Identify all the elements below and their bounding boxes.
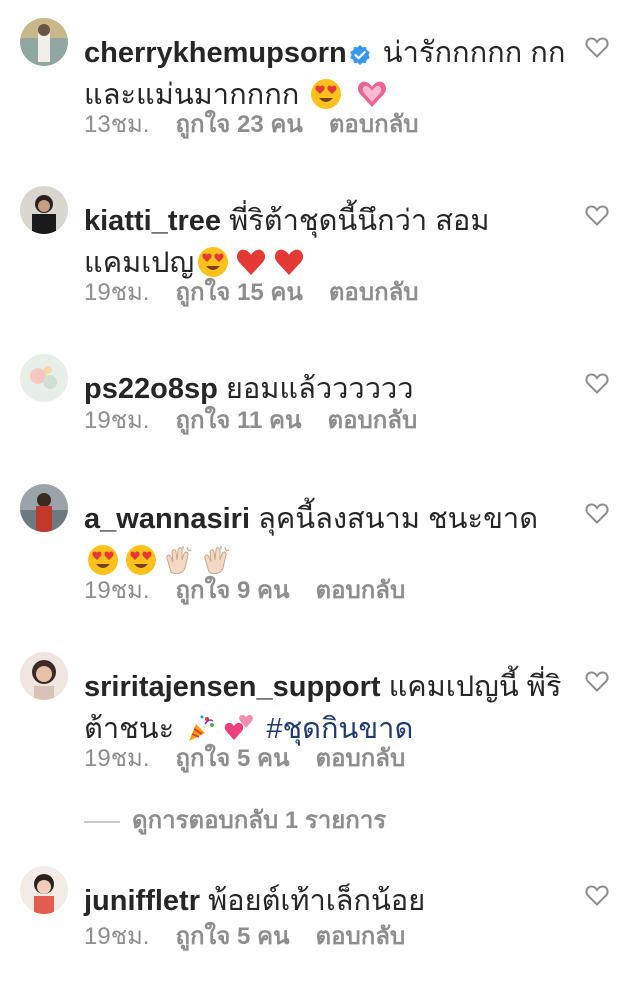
comment-likes[interactable]: ถูกใจ 9 คน	[175, 577, 289, 604]
comment-meta: 19ชม. ถูกใจ 5 คน ตอบกลับ	[84, 922, 431, 952]
comment-text: cherrykhemupsorn น่ารักกกกก กกและแม่นมาก…	[84, 32, 572, 116]
two-hearts-emoji	[223, 712, 255, 744]
clapping-hands-emoji	[163, 544, 195, 576]
like-heart-icon[interactable]	[585, 36, 609, 58]
comment-meta: 13ชม. ถูกใจ 23 คน ตอบกลับ	[84, 110, 445, 140]
view-replies-label: ดูการตอบกลับ 1 รายการ	[132, 807, 387, 834]
comment-time: 19ชม.	[84, 407, 150, 434]
comment-username[interactable]: kiatti_tree	[84, 205, 221, 237]
comment-username[interactable]: a_wannasiri	[84, 503, 250, 535]
heart-eyes-emoji	[310, 78, 342, 110]
reply-button[interactable]: ตอบกลับ	[315, 923, 405, 950]
red-heart-emoji	[273, 246, 305, 278]
comment-time: 13ชม.	[84, 111, 150, 138]
comment-body: ลุคนี้ลงสนาม ชนะขาด	[258, 503, 539, 535]
avatar[interactable]	[20, 18, 68, 66]
like-heart-icon[interactable]	[585, 204, 609, 226]
avatar[interactable]	[20, 354, 68, 402]
divider-line	[84, 820, 120, 823]
reply-button[interactable]: ตอบกลับ	[329, 279, 419, 306]
heart-eyes-emoji	[197, 246, 229, 278]
comment-likes[interactable]: ถูกใจ 5 คน	[175, 923, 289, 950]
comment-time: 19ชม.	[84, 923, 150, 950]
comment-likes[interactable]: ถูกใจ 23 คน	[175, 111, 302, 138]
comment-body: ยอมแล้วววววว	[225, 373, 414, 405]
reply-button[interactable]: ตอบกลับ	[315, 745, 405, 772]
avatar[interactable]	[20, 866, 68, 914]
comment-username[interactable]: ps22o8sp	[84, 373, 218, 405]
like-heart-icon[interactable]	[585, 372, 609, 394]
comment-text: ps22o8sp ยอมแล้วววววว	[84, 368, 572, 410]
comment-text: sriritajensen_support แคมเปญนี้ พี่ริต้า…	[84, 666, 572, 750]
comment-likes[interactable]: ถูกใจ 11 คน	[175, 407, 301, 434]
comment-text: a_wannasiri ลุคนี้ลงสนาม ชนะขาด	[84, 498, 572, 582]
like-heart-icon[interactable]	[585, 670, 609, 692]
like-heart-icon[interactable]	[585, 884, 609, 906]
comment-text: kiatti_tree พี่ริต้าชุดนี้นึกว่า สอม แคม…	[84, 200, 572, 284]
comment-username[interactable]: juniffletr	[84, 885, 200, 917]
heart-eyes-emoji	[87, 544, 119, 576]
view-replies-button[interactable]: ดูการตอบกลับ 1 รายการ	[84, 806, 386, 836]
red-heart-emoji	[235, 246, 267, 278]
reply-button[interactable]: ตอบกลับ	[315, 577, 405, 604]
comment-time: 19ชม.	[84, 577, 150, 604]
avatar[interactable]	[20, 652, 68, 700]
verified-badge-icon	[349, 36, 371, 65]
reply-button[interactable]: ตอบกลับ	[329, 111, 419, 138]
comment-likes[interactable]: ถูกใจ 15 คน	[175, 279, 302, 306]
comment-time: 19ชม.	[84, 745, 150, 772]
pink-heart-emoji	[356, 78, 388, 110]
comment-meta: 19ชม. ถูกใจ 5 คน ตอบกลับ	[84, 744, 431, 774]
party-popper-emoji	[185, 712, 217, 744]
comment-likes[interactable]: ถูกใจ 5 คน	[175, 745, 289, 772]
comment-body: พ้อยต์เท้าเล็กน้อย	[208, 885, 426, 917]
heart-eyes-emoji	[125, 544, 157, 576]
comment-meta: 19ชม. ถูกใจ 11 คน ตอบกลับ	[84, 406, 443, 436]
comment-meta: 19ชม. ถูกใจ 15 คน ตอบกลับ	[84, 278, 445, 308]
like-heart-icon[interactable]	[585, 502, 609, 524]
avatar[interactable]	[20, 186, 68, 234]
reply-button[interactable]: ตอบกลับ	[328, 407, 418, 434]
comment-text: juniffletr พ้อยต์เท้าเล็กน้อย	[84, 880, 572, 922]
comment-meta: 19ชม. ถูกใจ 9 คน ตอบกลับ	[84, 576, 431, 606]
comment-time: 19ชม.	[84, 279, 150, 306]
avatar[interactable]	[20, 484, 68, 532]
comment-username[interactable]: sriritajensen_support	[84, 671, 381, 703]
hashtag-link[interactable]: #ชุดกินขาด	[266, 713, 413, 745]
comment-username[interactable]: cherrykhemupsorn	[84, 37, 347, 69]
clapping-hands-emoji	[201, 544, 233, 576]
